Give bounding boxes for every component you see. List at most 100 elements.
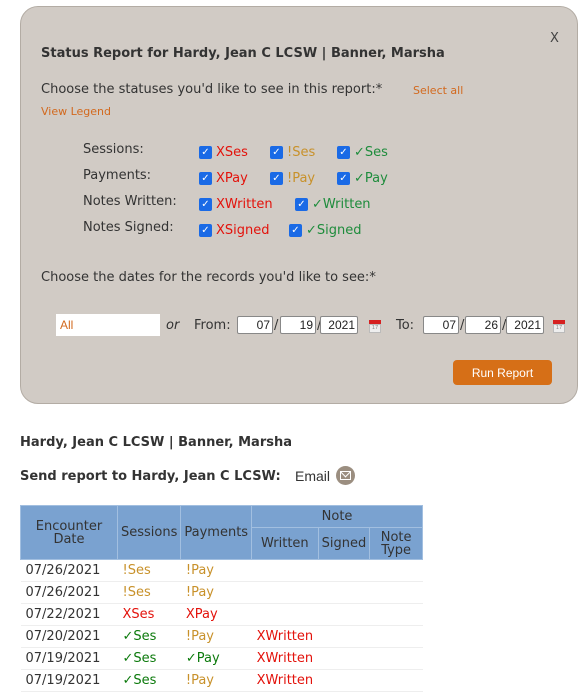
checkbox-oksigned[interactable]: ✓ ✓Signed (289, 223, 362, 238)
cell-sessions: !Ses (117, 559, 181, 582)
statuses-prompt: Choose the statuses you'd like to see in… (41, 82, 383, 97)
view-legend-link[interactable]: View Legend (41, 105, 111, 118)
checkbox-okwritten[interactable]: ✓ ✓Written (295, 197, 371, 212)
cell-sessions: ✓Ses (117, 625, 181, 648)
checkbox-label: XSes (216, 145, 248, 160)
cell-signed (318, 559, 370, 582)
checkbox-checked-icon[interactable]: ✓ (199, 146, 212, 159)
to-calendar-icon[interactable]: 17 (553, 320, 565, 333)
cell-payments: !Pay (180, 559, 252, 582)
from-year-input[interactable]: 2021 (320, 316, 358, 334)
checkbox-okses[interactable]: ✓ ✓Ses (337, 145, 388, 160)
dates-prompt: Choose the dates for the records you'd l… (41, 270, 376, 285)
select-all-link[interactable]: Select all (413, 84, 463, 97)
cell-written (251, 559, 319, 582)
table-row: 07/26/2021 !Ses !Pay (20, 559, 423, 582)
to-label: To: (396, 318, 415, 333)
from-label: From: (194, 318, 231, 333)
header-note: Note (251, 505, 423, 528)
email-envelope-icon[interactable] (336, 466, 355, 485)
close-button[interactable]: X (550, 31, 559, 46)
cell-signed (318, 603, 370, 626)
cell-written: XWritten (251, 669, 319, 692)
checkbox-ipay[interactable]: ✓ !Pay (270, 171, 315, 186)
checkbox-label: !Ses (287, 145, 316, 160)
run-report-button[interactable]: Run Report (453, 360, 552, 385)
checkbox-xsigned[interactable]: ✓ XSigned (199, 223, 270, 238)
cell-date: 07/20/2021 (20, 625, 118, 648)
cell-sessions: XSes (117, 603, 181, 626)
payments-label: Payments: (83, 168, 152, 183)
header-note-type: Note Type (369, 527, 423, 560)
cell-payments: XPay (180, 603, 252, 626)
checkbox-xwritten[interactable]: ✓ XWritten (199, 197, 273, 212)
to-day-input[interactable]: 26 (465, 316, 501, 334)
cell-note-type (369, 669, 423, 692)
cell-signed (318, 625, 370, 648)
table-row: 07/26/2021 !Ses !Pay (20, 581, 423, 604)
cell-written: XWritten (251, 625, 319, 648)
checkbox-checked-icon[interactable]: ✓ (199, 224, 212, 237)
status-report-dialog: X Status Report for Hardy, Jean C LCSW |… (20, 6, 578, 404)
cell-payments: !Pay (180, 669, 252, 692)
cell-note-type (369, 581, 423, 604)
cell-date: 07/26/2021 (20, 581, 118, 604)
cell-written: XWritten (251, 647, 319, 670)
checkbox-label: XSigned (216, 223, 270, 238)
from-day-input[interactable]: 19 (280, 316, 316, 334)
checkbox-xpay[interactable]: ✓ XPay (199, 171, 248, 186)
checkbox-checked-icon[interactable]: ✓ (199, 172, 212, 185)
cell-note-type (369, 603, 423, 626)
checkbox-checked-icon[interactable]: ✓ (337, 172, 350, 185)
email-link[interactable]: Email (295, 468, 330, 484)
checkbox-label: ✓Pay (354, 171, 388, 186)
checkbox-checked-icon[interactable]: ✓ (289, 224, 302, 237)
report-table: Encounter Date Sessions Payments Note Wr… (20, 505, 423, 692)
checkbox-xses[interactable]: ✓ XSes (199, 145, 248, 160)
from-calendar-icon[interactable]: 17 (369, 320, 381, 333)
checkbox-checked-icon[interactable]: ✓ (270, 172, 283, 185)
date-range-select[interactable] (56, 314, 160, 336)
checkbox-checked-icon[interactable]: ✓ (270, 146, 283, 159)
from-month-input[interactable]: 07 (237, 316, 273, 334)
report-title: Hardy, Jean C LCSW | Banner, Marsha (20, 435, 292, 450)
cell-note-type (369, 559, 423, 582)
dialog-title: Status Report for Hardy, Jean C LCSW | B… (41, 46, 445, 61)
cell-payments: !Pay (180, 625, 252, 648)
cell-written (251, 603, 319, 626)
checkbox-okpay[interactable]: ✓ ✓Pay (337, 171, 388, 186)
cell-payments: !Pay (180, 581, 252, 604)
calendar-day: 17 (553, 324, 565, 333)
checkbox-ises[interactable]: ✓ !Ses (270, 145, 315, 160)
cell-signed (318, 647, 370, 670)
checkbox-label: ✓Written (312, 197, 371, 212)
cell-sessions: ✓Ses (117, 647, 181, 670)
header-sessions: Sessions (116, 505, 182, 560)
cell-date: 07/19/2021 (20, 669, 118, 692)
to-year-input[interactable]: 2021 (506, 316, 544, 334)
cell-date: 07/22/2021 (20, 603, 118, 626)
table-row: 07/19/2021 ✓Ses ✓Pay XWritten (20, 647, 423, 670)
cell-date: 07/19/2021 (20, 647, 118, 670)
date-separator: / (460, 318, 465, 333)
sessions-label: Sessions: (83, 142, 144, 157)
to-month-input[interactable]: 07 (423, 316, 459, 334)
header-written: Written (251, 527, 319, 560)
checkbox-label: !Pay (287, 171, 316, 186)
header-signed: Signed (317, 527, 371, 560)
checkbox-checked-icon[interactable]: ✓ (295, 198, 308, 211)
cell-sessions: ✓Ses (117, 669, 181, 692)
header-payments: Payments (180, 505, 253, 560)
checkbox-checked-icon[interactable]: ✓ (337, 146, 350, 159)
cell-sessions: !Ses (117, 581, 181, 604)
notes-written-label: Notes Written: (83, 194, 177, 209)
checkbox-checked-icon[interactable]: ✓ (199, 198, 212, 211)
checkbox-label: ✓Signed (306, 223, 362, 238)
table-row: 07/19/2021 ✓Ses !Pay XWritten (20, 669, 423, 692)
table-row: 07/20/2021 ✓Ses !Pay XWritten (20, 625, 423, 648)
checkbox-label: XPay (216, 171, 248, 186)
calendar-day: 17 (369, 324, 381, 333)
cell-written (251, 581, 319, 604)
cell-payments: ✓Pay (180, 647, 252, 670)
checkbox-label: XWritten (216, 197, 273, 212)
